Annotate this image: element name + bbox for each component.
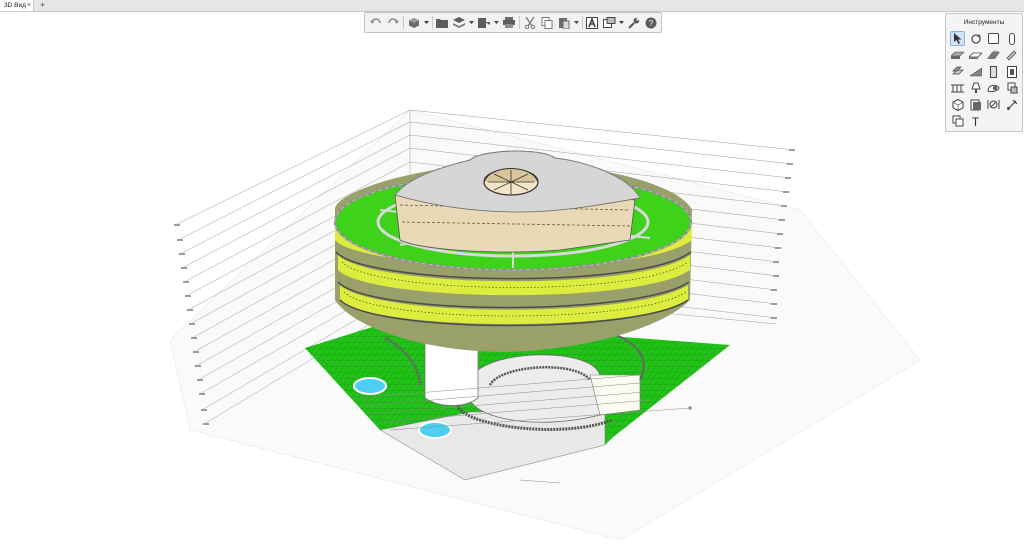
3d-viewport[interactable] bbox=[0, 12, 1024, 541]
tab-3d-view[interactable]: 3D Вид × bbox=[0, 0, 34, 11]
add-tab-icon[interactable]: + bbox=[40, 0, 45, 10]
glass-dome bbox=[483, 168, 539, 196]
tab-bar: 3D Вид × + bbox=[0, 0, 1024, 12]
building-3d-model bbox=[169, 109, 921, 541]
tab-label: 3D Вид bbox=[4, 2, 26, 9]
close-tab-icon[interactable]: × bbox=[27, 0, 31, 11]
